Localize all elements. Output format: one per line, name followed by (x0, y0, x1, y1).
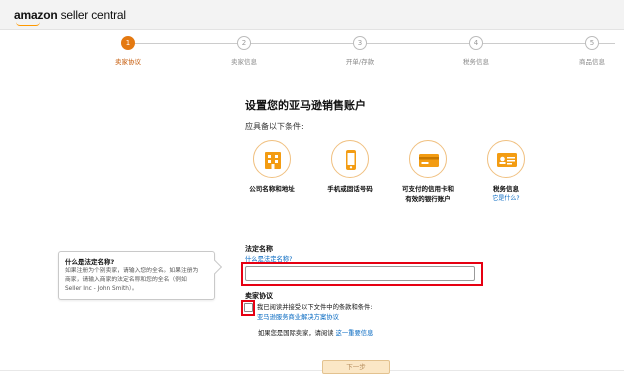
international-text: 如果您是国际卖家，请阅读 (258, 330, 334, 337)
requirement-tax: 税务信息 它是什么? (461, 140, 551, 203)
step-label: 卖家信息 (231, 58, 257, 66)
requirement-label-line1: 可支付的信用卡和 (402, 185, 454, 193)
legal-name-label: 法定名称 (245, 245, 273, 253)
agreement-link[interactable]: 亚马逊服务商业解决方案协议 (257, 312, 339, 321)
step-number: 2 (237, 36, 251, 50)
registration-stepper: 1 卖家协议 2 卖家信息 3 开单/存款 4 税务信息 5 商品信息 (0, 30, 624, 70)
legal-name-tooltip: 什么是法定名称? 如果注册为个别卖家，请输入您的全名。如果注册为 商家，请输入商… (58, 251, 215, 300)
phone-icon (331, 140, 369, 178)
requirement-phone: 手机或固话号码 (305, 140, 395, 194)
step-label: 税务信息 (463, 58, 489, 66)
step-product-info: 5 商品信息 (552, 36, 624, 66)
top-bar: amazon seller central (0, 0, 624, 30)
amazon-smile-icon (16, 22, 40, 26)
tooltip-line: 如果注册为个别卖家，请输入您的全名。如果注册为 (65, 268, 199, 274)
step-number: 5 (585, 36, 599, 50)
tooltip-body: 如果注册为个别卖家，请输入您的全名。如果注册为 商家，请输入商家的法定名称和您的… (65, 267, 208, 294)
international-info-link[interactable]: 这一重要信息 (336, 330, 374, 337)
tooltip-line: Seller Inc - John Smith）。 (65, 286, 138, 292)
logo-seller-central-text: seller central (60, 8, 126, 22)
step-billing: 3 开单/存款 (320, 36, 400, 66)
amazon-seller-central-logo[interactable]: amazon seller central (14, 8, 126, 22)
requirement-company: 公司名称和地址 (227, 140, 317, 194)
step-seller-info: 2 卖家信息 (204, 36, 284, 66)
divider (0, 370, 624, 371)
logo-amazon-text: amazon (14, 8, 58, 22)
credit-card-icon (409, 140, 447, 178)
requirement-label: 公司名称和地址 (249, 185, 295, 193)
id-card-icon (487, 140, 525, 178)
requirements-intro: 应具备以下条件: (245, 122, 304, 131)
requirement-label: 税务信息 (493, 185, 519, 193)
step-label: 卖家协议 (115, 58, 141, 66)
agreement-text: 我已阅读并接受以下文件中的条款和条件: (257, 304, 373, 311)
step-tax-info: 4 税务信息 (436, 36, 516, 66)
agreement-checkbox[interactable] (244, 303, 253, 312)
legal-name-input[interactable] (245, 266, 475, 281)
building-icon (253, 140, 291, 178)
tooltip-line: 商家，请输入商家的法定名称和您的全名（例如 (65, 277, 187, 283)
step-label: 商品信息 (579, 58, 605, 66)
what-is-this-link[interactable]: 它是什么? (461, 194, 551, 203)
step-seller-agreement: 1 卖家协议 (88, 36, 168, 66)
page-title: 设置您的亚马逊销售账户 (245, 99, 366, 112)
step-number: 1 (121, 36, 135, 50)
requirement-label-line2: 有效的银行账户 (405, 195, 451, 203)
requirement-credit-card: 可支付的信用卡和 有效的银行账户 (383, 140, 473, 204)
international-seller-note: 如果您是国际卖家，请阅读 这一重要信息 (258, 328, 373, 337)
next-button[interactable]: 下一步 (322, 360, 390, 374)
step-number: 4 (469, 36, 483, 50)
step-number: 3 (353, 36, 367, 50)
requirement-label: 手机或固话号码 (327, 185, 373, 193)
step-label: 开单/存款 (345, 58, 375, 66)
tooltip-title: 什么是法定名称? (65, 258, 115, 266)
requirement-label: 可支付的信用卡和 有效的银行账户 (383, 184, 473, 204)
